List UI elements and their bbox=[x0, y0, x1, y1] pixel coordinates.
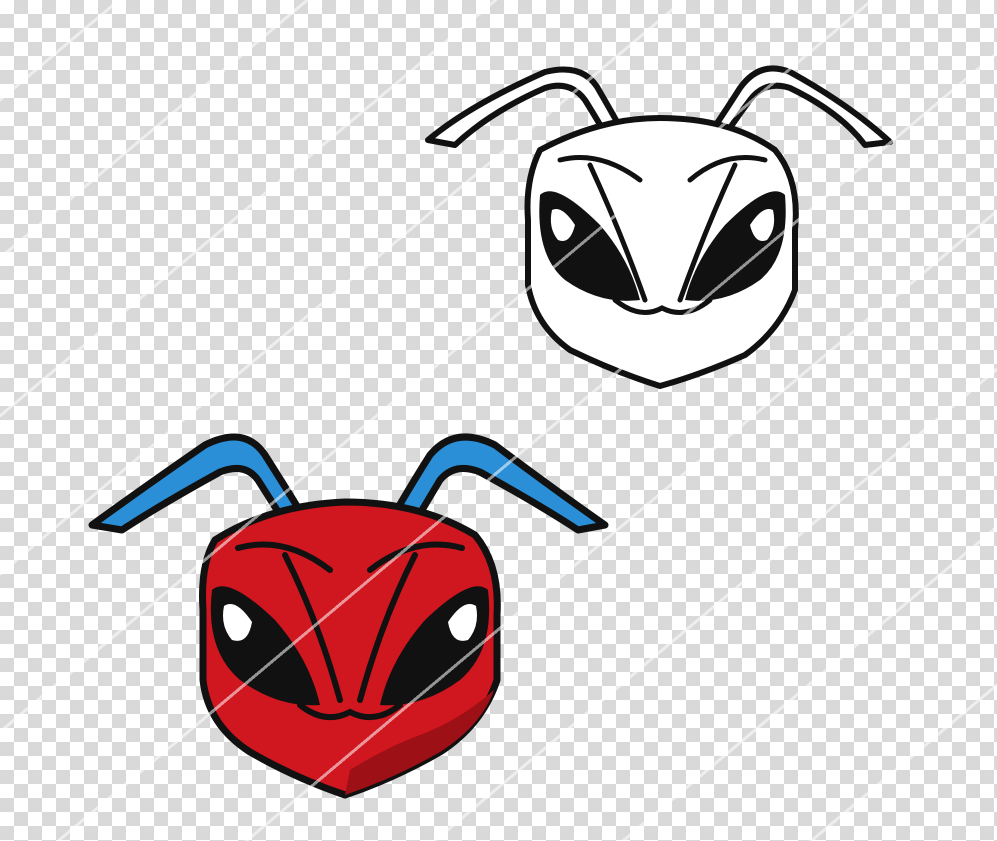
ant-head-color-icon bbox=[88, 433, 609, 799]
canvas bbox=[0, 0, 997, 841]
